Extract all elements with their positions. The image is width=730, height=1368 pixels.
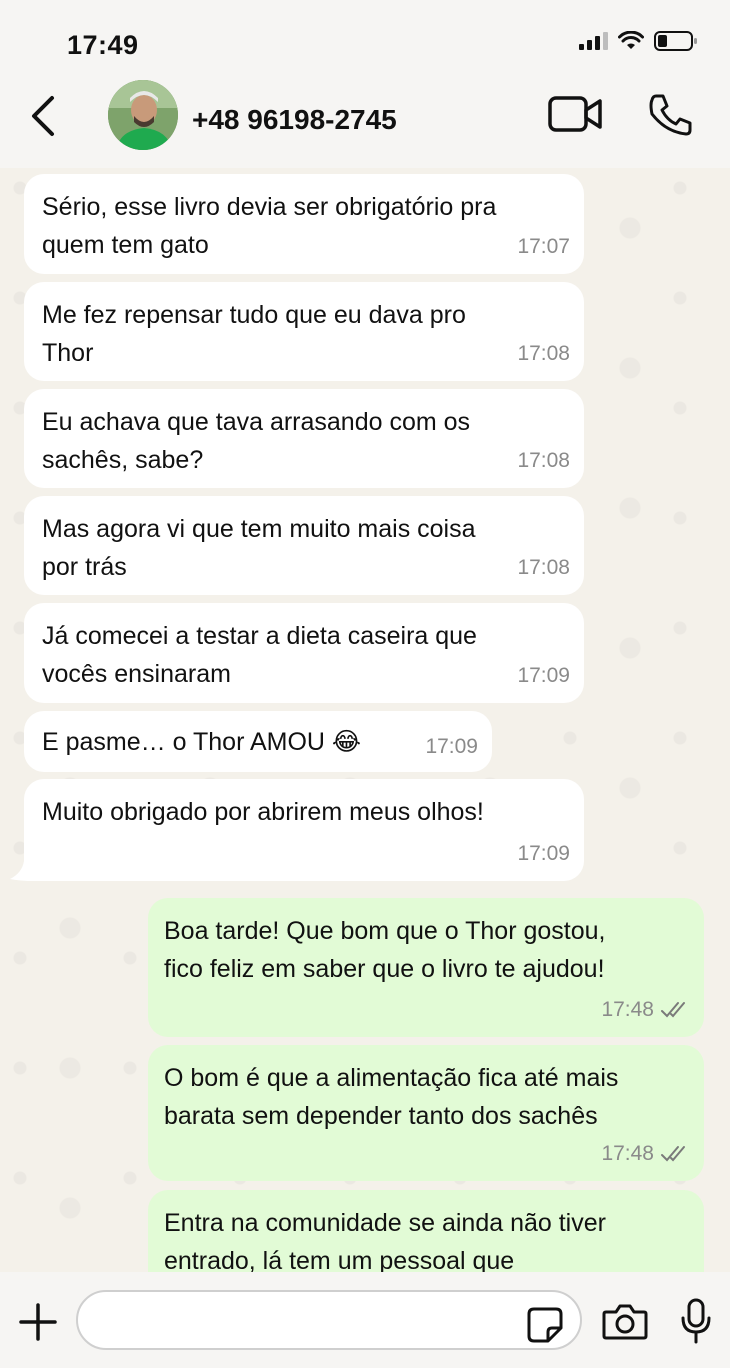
message-bubble-incoming[interactable]: Sério, esse livro devia ser obrigatório … [24,174,584,274]
message-input[interactable] [76,1290,582,1350]
read-receipt-icon [661,1146,685,1162]
cellular-signal-icon [579,32,608,50]
status-icons [579,30,698,52]
message-bubble-incoming[interactable]: Me fez repensar tudo que eu dava pro Tho… [24,282,584,381]
message-bubble-incoming[interactable]: Mas agora vi que tem muito mais coisa po… [24,496,584,595]
message-text: Muito obrigado por abrirem meus olhos! [42,798,484,826]
message-bubble-incoming[interactable]: Muito obrigado por abrirem meus olhos! 1… [24,779,584,881]
chevron-left-icon[interactable] [24,94,64,138]
message-text: Mas agora vi que tem muito mais coisa po… [42,515,476,581]
contact-name[interactable]: +48 96198-2745 [192,104,397,136]
message-time: 17:48 [601,1142,654,1165]
message-meta: 17:48 [601,991,690,1029]
read-receipt-icon [661,1002,685,1018]
message-time: 17:07 [517,235,570,258]
camera-icon[interactable] [602,1302,648,1342]
microphone-icon[interactable] [680,1298,712,1344]
message-bubble-incoming[interactable]: Eu achava que tava arrasando com os sach… [24,389,584,488]
message-time: 17:08 [517,342,570,365]
chat-messages[interactable]: Sério, esse livro devia ser obrigatório … [0,168,730,1272]
message-text: Já comecei a testar a dieta caseira que … [42,622,477,688]
chat-header: +48 96198-2745 [0,80,730,168]
message-meta: 17:08 [517,442,570,480]
message-meta: 17:09 [517,657,570,695]
message-time: 17:08 [517,556,570,579]
message-text: E pasme… o Thor AMOU 😂 [42,728,362,756]
message-text: Entra na comunidade se ainda não tiver e… [164,1209,606,1272]
phone-icon[interactable] [646,92,694,138]
battery-icon [654,30,698,52]
wifi-icon [618,31,644,51]
message-meta: 17:48 [601,1135,690,1173]
message-text: O bom é que a alimentação fica até mais … [164,1064,619,1130]
sticker-icon[interactable] [526,1306,564,1344]
message-text: Sério, esse livro devia ser obrigatório … [42,193,497,259]
bubble-tail [10,861,32,881]
message-bubble-outgoing[interactable]: Entra na comunidade se ainda não tiver e… [148,1190,704,1272]
message-bubble-incoming[interactable]: E pasme… o Thor AMOU 😂 17:09 [24,711,492,772]
message-composer [0,1272,730,1368]
message-meta: 17:08 [517,549,570,587]
plus-icon[interactable] [18,1302,58,1342]
message-meta: 17:09 [517,835,570,873]
message-meta: 17:08 [517,335,570,373]
message-bubble-incoming[interactable]: Já comecei a testar a dieta caseira que … [24,603,584,703]
status-bar: 17:49 [0,0,730,80]
message-text: Boa tarde! Que bom que o Thor gostou, fi… [164,917,606,983]
message-bubble-outgoing[interactable]: Boa tarde! Que bom que o Thor gostou, fi… [148,898,704,1037]
status-time: 17:49 [67,30,139,60]
message-time: 17:09 [425,735,478,758]
message-bubble-outgoing[interactable]: O bom é que a alimentação fica até mais … [148,1045,704,1181]
message-text: Me fez repensar tudo que eu dava pro Tho… [42,301,466,367]
message-text: Eu achava que tava arrasando com os sach… [42,408,471,474]
message-time: 17:48 [601,998,654,1021]
avatar[interactable] [108,80,178,150]
message-time: 17:09 [517,664,570,687]
video-camera-icon[interactable] [548,94,604,134]
message-time: 17:08 [517,449,570,472]
message-meta: 17:07 [517,228,570,266]
message-meta: 17:09 [425,728,478,766]
message-time: 17:09 [517,842,570,865]
